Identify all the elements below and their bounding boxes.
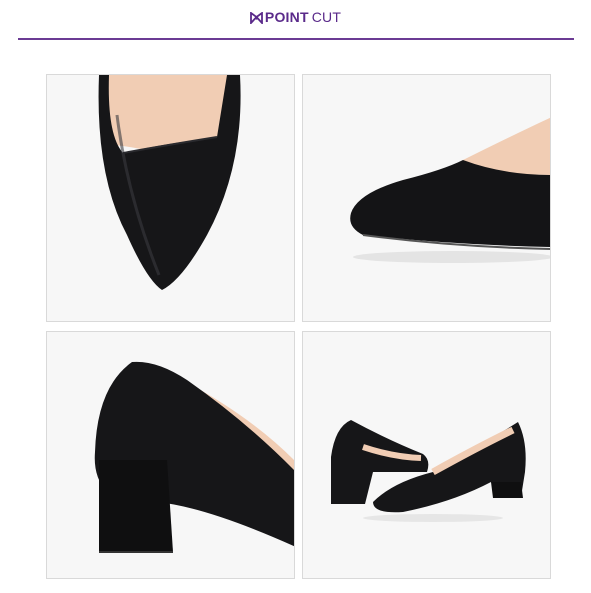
photo-heel: [46, 331, 295, 579]
shoe-toe-side-photo: [303, 75, 550, 321]
photo-pair: [302, 331, 551, 579]
shoe-toe-top-photo: [47, 75, 294, 321]
brand-title: POINT CUT: [0, 9, 591, 27]
brand-word-cut: CUT: [311, 9, 342, 25]
header: POINT CUT: [0, 0, 591, 38]
header-divider: [18, 38, 574, 40]
brand-word-point: POINT: [264, 9, 309, 25]
photo-toe-top: [46, 74, 295, 322]
shoe-heel-photo: [47, 332, 294, 578]
photo-toe-side: [302, 74, 551, 322]
bow-icon: [250, 11, 263, 27]
shoe-pair-photo: [303, 332, 550, 578]
